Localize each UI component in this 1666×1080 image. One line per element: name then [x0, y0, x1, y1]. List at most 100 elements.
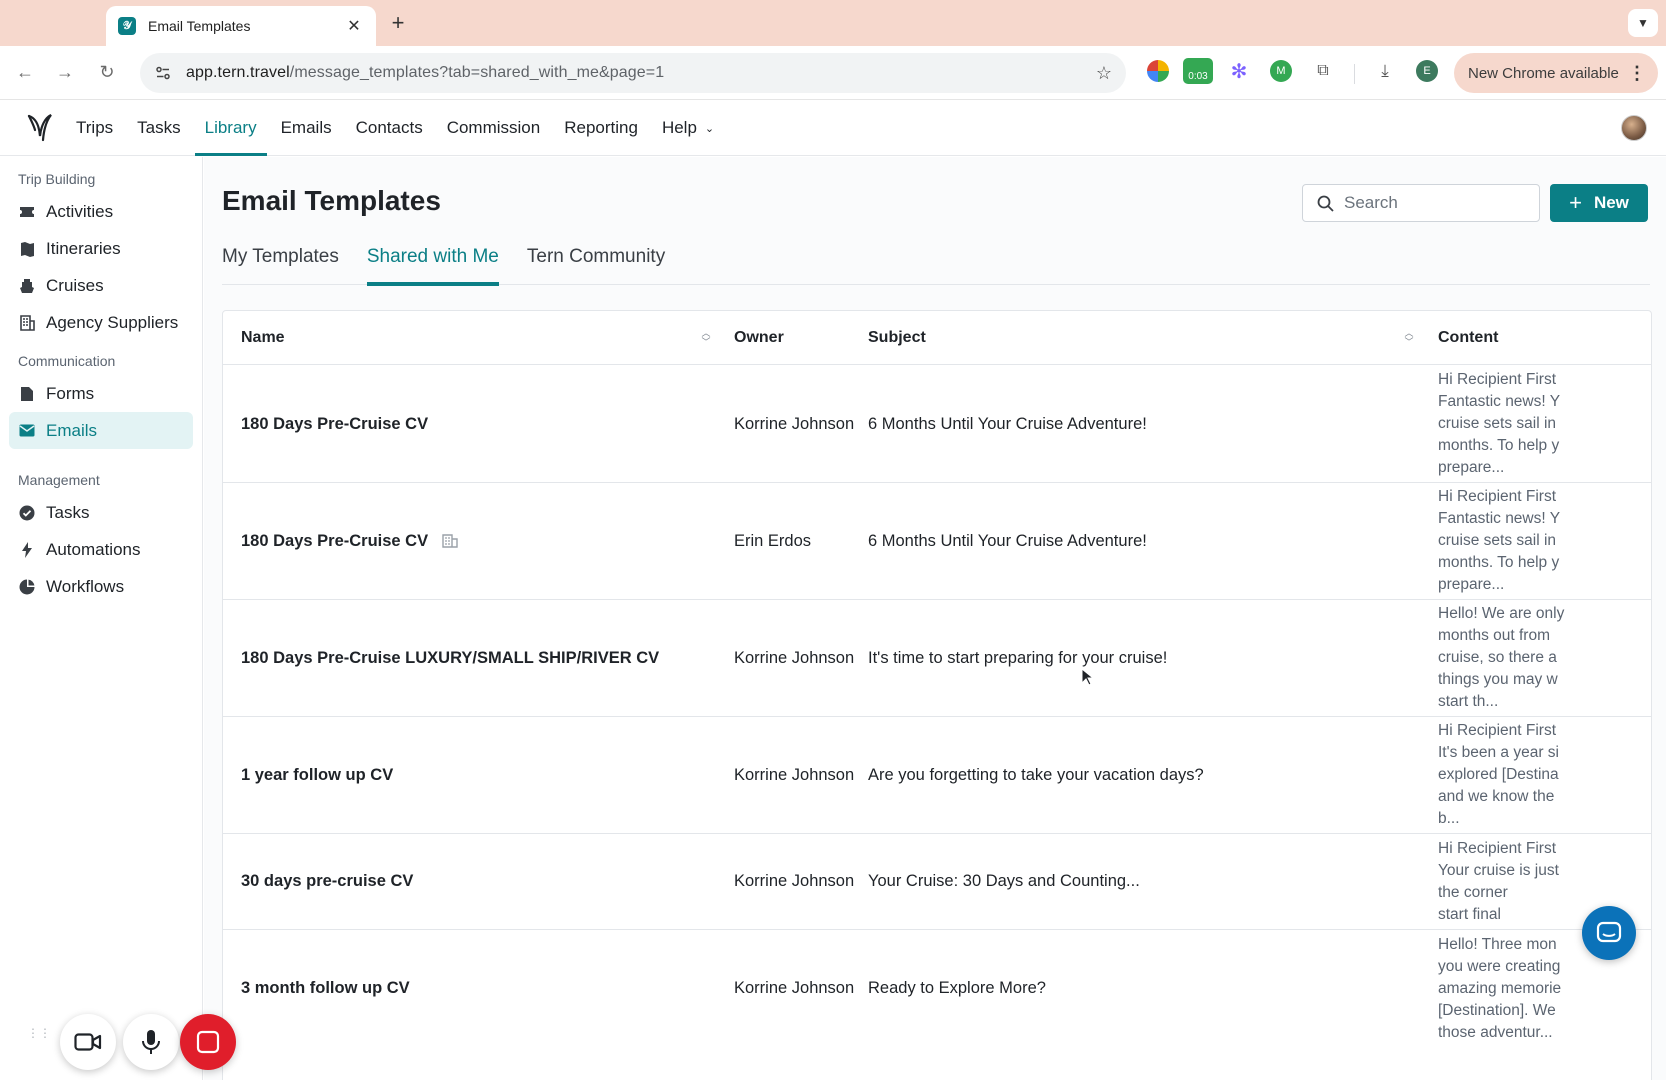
tab-search-button[interactable]: ▼: [1628, 9, 1658, 37]
sidebar-item-label: Agency Suppliers: [46, 312, 179, 332]
sidebar-item-label: Automations: [46, 539, 141, 559]
table-row[interactable]: 30 days pre-cruise CV Korrine Johnson Yo…: [223, 834, 1651, 930]
sort-name-icon[interactable]: ︿ ﹀: [700, 327, 712, 349]
extension-sparkle-icon[interactable]: ✻: [1228, 60, 1250, 83]
row-subject: Are you forgetting to take your vacation…: [868, 765, 1204, 784]
nav-reporting[interactable]: Reporting: [552, 100, 650, 156]
extension-m-label: M: [1276, 65, 1286, 77]
nav-contacts-label: Contacts: [355, 118, 423, 137]
column-header-name[interactable]: Name: [241, 311, 285, 365]
row-name: 180 Days Pre-Cruise LUXURY/SMALL SHIP/RI…: [241, 648, 660, 667]
camera-toggle-button[interactable]: [60, 1014, 116, 1070]
nav-help[interactable]: Help ⌄: [650, 100, 726, 156]
extension-icon-1[interactable]: [1147, 60, 1169, 82]
sidebar-item-label: Tasks: [46, 502, 90, 522]
nav-library[interactable]: Library: [193, 100, 269, 156]
browser-tabstrip: 𝒴 Email Templates ✕ + ▼: [0, 0, 1666, 46]
row-name: 180 Days Pre-Cruise CV: [241, 414, 429, 433]
sidebar-item-label: Cruises: [46, 275, 104, 295]
sidebar-item-automations[interactable]: Automations: [9, 531, 193, 568]
new-tab-button[interactable]: +: [388, 10, 408, 36]
sidebar-item-agency-suppliers[interactable]: Agency Suppliers: [9, 304, 193, 341]
extensions-puzzle-icon[interactable]: ⧉: [1312, 60, 1334, 82]
tab-shared-with-me[interactable]: Shared with Me: [366, 229, 499, 286]
profile-avatar[interactable]: E: [1416, 60, 1438, 82]
table-row[interactable]: 1 year follow up CV Korrine Johnson Are …: [223, 717, 1651, 834]
search-icon: [1317, 195, 1334, 212]
nav-trips[interactable]: Trips: [64, 100, 125, 156]
tab-tern-community[interactable]: Tern Community: [527, 229, 665, 285]
nav-tasks-label: Tasks: [137, 118, 181, 137]
table-row[interactable]: 3 month follow up CV Korrine Johnson Rea…: [223, 930, 1651, 1047]
search-box[interactable]: [1302, 184, 1540, 222]
site-info-icon[interactable]: [154, 64, 172, 82]
back-icon[interactable]: ←: [13, 60, 37, 84]
tab-title: Email Templates: [148, 18, 251, 34]
sidebar-item-cruises[interactable]: Cruises: [9, 267, 193, 304]
nav-contacts[interactable]: Contacts: [344, 100, 435, 156]
templates-table: Name ︿ ﹀ Owner Subject ︿ ﹀ Content 180 Day…: [222, 310, 1652, 1080]
plus-icon: +: [1569, 190, 1582, 215]
search-input[interactable]: [1344, 193, 1524, 213]
reload-icon[interactable]: ↻: [95, 60, 119, 84]
main-nav: Trips Tasks Library Emails Contacts Comm…: [64, 100, 726, 156]
url-text: app.tern.travel/message_templates?tab=sh…: [186, 64, 1096, 82]
table-row[interactable]: 180 Days Pre-Cruise LUXURY/SMALL SHIP/RI…: [223, 600, 1651, 717]
sidebar-item-label: Itineraries: [46, 238, 121, 258]
sidebar: Trip Building Activities Itineraries Cru…: [0, 157, 203, 1080]
document-icon: [19, 386, 35, 402]
sidebar-item-itineraries[interactable]: Itineraries: [9, 230, 193, 267]
row-content: Hi Recipient First Fantastic news! Y cru…: [1438, 371, 1561, 476]
row-content: Hi Recipient First Fantastic news! Y cru…: [1438, 488, 1561, 593]
row-subject: It's time to start preparing for your cr…: [868, 648, 1168, 667]
sidebar-item-tasks[interactable]: Tasks: [9, 494, 193, 531]
ticket-icon: [19, 204, 35, 220]
sidebar-item-emails[interactable]: Emails: [9, 412, 193, 449]
new-template-button[interactable]: + New: [1550, 184, 1648, 222]
sidebar-item-forms[interactable]: Forms: [9, 375, 193, 412]
sidebar-item-workflows[interactable]: Workflows: [9, 568, 193, 605]
chrome-update-label: New Chrome available: [1468, 64, 1619, 82]
nav-emails[interactable]: Emails: [269, 100, 344, 156]
sort-subject-icon[interactable]: ︿ ﹀: [1403, 327, 1415, 349]
nav-commission-label: Commission: [446, 118, 541, 137]
row-name: 1 year follow up CV: [241, 765, 394, 784]
stop-recording-button[interactable]: [180, 1014, 236, 1070]
lightning-icon: [19, 541, 35, 558]
downloads-icon[interactable]: ⤓: [1374, 60, 1396, 82]
close-tab-icon[interactable]: ✕: [344, 16, 364, 36]
nav-commission[interactable]: Commission: [435, 100, 553, 156]
check-circle-icon: [19, 505, 35, 521]
drag-handle-icon[interactable]: ⋮⋮: [27, 1027, 51, 1050]
user-avatar[interactable]: [1621, 115, 1647, 141]
row-content: Hi Recipient First Your cruise is just t…: [1438, 839, 1559, 923]
row-content: Hi Recipient First It's been a year si e…: [1438, 722, 1559, 827]
table-row[interactable]: 180 Days Pre-Cruise CV Erin Erdos 6 Mont…: [223, 483, 1651, 600]
sidebar-item-activities[interactable]: Activities: [9, 193, 193, 230]
forward-icon[interactable]: →: [53, 60, 77, 84]
extension-m-icon[interactable]: M: [1270, 60, 1292, 82]
browser-toolbar: ← → ↻ app.tern.travel/message_templates?…: [0, 46, 1666, 100]
nav-tasks[interactable]: Tasks: [125, 100, 192, 156]
browser-tab-active[interactable]: 𝒴 Email Templates ✕: [106, 6, 376, 46]
table-row[interactable]: 180 Days Pre-Cruise CV Korrine Johnson 6…: [223, 366, 1651, 483]
chrome-menu-icon[interactable]: ⋮: [1628, 63, 1646, 84]
chat-support-button[interactable]: [1582, 906, 1636, 960]
tab-my-templates[interactable]: My Templates: [222, 229, 339, 285]
microphone-toggle-button[interactable]: [123, 1014, 179, 1070]
tern-logo-icon[interactable]: [26, 112, 54, 142]
row-owner: Korrine Johnson: [734, 648, 855, 667]
profile-initial: E: [1423, 65, 1431, 77]
row-owner: Erin Erdos: [734, 531, 812, 550]
column-header-subject[interactable]: Subject: [868, 311, 926, 365]
sidebar-item-label: Activities: [46, 201, 114, 221]
chrome-update-button[interactable]: New Chrome available ⋮: [1454, 53, 1658, 93]
microphone-icon: [142, 1030, 160, 1054]
extension-timer-icon[interactable]: 0:03: [1183, 58, 1213, 84]
chat-icon: [1596, 921, 1622, 943]
column-header-content: Content: [1438, 329, 1499, 346]
row-subject: 6 Months Until Your Cruise Adventure!: [868, 531, 1147, 550]
address-bar[interactable]: app.tern.travel/message_templates?tab=sh…: [140, 53, 1126, 93]
row-content: Hello! We are only months out from cruis…: [1438, 605, 1565, 710]
bookmark-star-icon[interactable]: ☆: [1096, 63, 1112, 84]
